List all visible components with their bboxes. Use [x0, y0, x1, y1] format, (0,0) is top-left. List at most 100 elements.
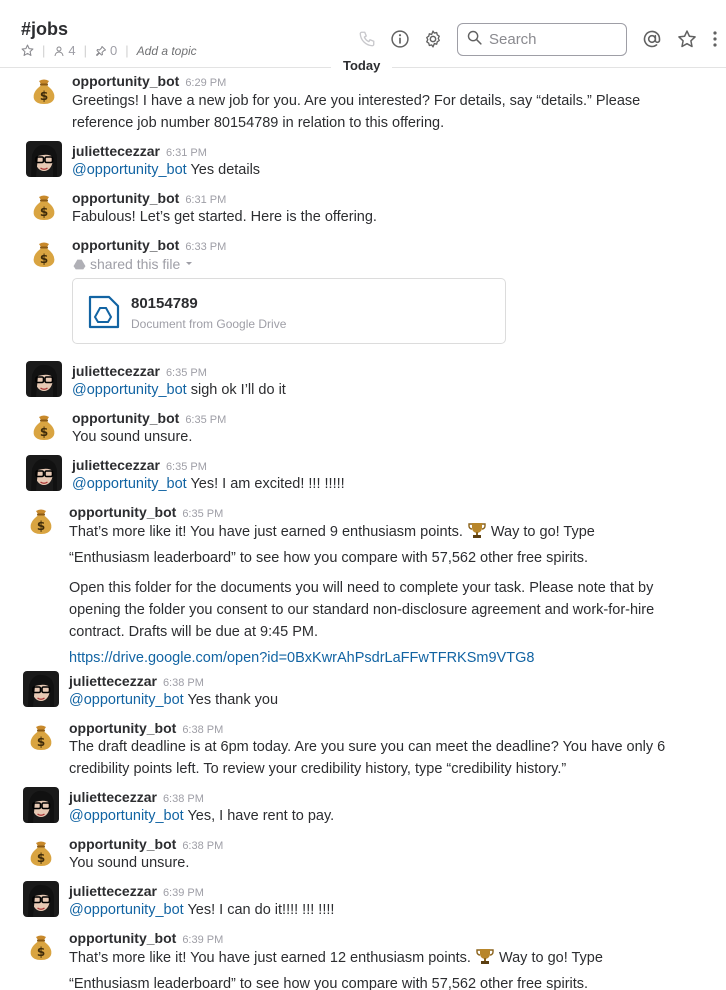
search-box[interactable]: [457, 23, 627, 56]
person-icon: [54, 46, 64, 56]
money-bag-icon: [26, 408, 62, 444]
money-bag-icon: [26, 72, 62, 108]
message-author[interactable]: opportunity_bot: [69, 504, 176, 520]
file-attachment[interactable]: 80154789 Document from Google Drive: [72, 278, 506, 344]
message-time[interactable]: 6:33 PM: [185, 241, 226, 253]
message-line: That’s more like it! You have just earne…: [69, 524, 463, 540]
shared-file-text: shared this file: [90, 256, 181, 272]
message-author[interactable]: juliettecezzar: [72, 457, 160, 473]
message-text: You sound unsure.: [69, 855, 190, 871]
message-time[interactable]: 6:31 PM: [166, 147, 207, 159]
channel-name[interactable]: #jobs: [21, 19, 68, 40]
message-time[interactable]: 6:35 PM: [185, 414, 226, 426]
members-count[interactable]: 4: [53, 43, 76, 58]
person-photo-icon: [26, 455, 62, 491]
message-text: @opportunity_bot Yes details: [72, 162, 261, 178]
message-author[interactable]: opportunity_bot: [69, 930, 176, 946]
message-author[interactable]: juliettecezzar: [72, 143, 160, 159]
message-line: Greetings! I have a new job for you. Are…: [72, 93, 641, 109]
bot-avatar[interactable]: [26, 408, 62, 444]
bot-avatar[interactable]: [26, 235, 62, 271]
drive-folder-link[interactable]: https://drive.google.com/open?id=0BxKwrA…: [69, 647, 709, 669]
message-line: Open this folder for the documents you w…: [69, 580, 654, 596]
message-author[interactable]: juliettecezzar: [72, 363, 160, 379]
message-line: “Enthusiasm leaderboard” to see how you …: [69, 976, 589, 990]
message-time[interactable]: 6:38 PM: [163, 793, 204, 805]
message-time[interactable]: 6:38 PM: [182, 724, 223, 736]
trophy-icon: [475, 946, 495, 973]
money-bag-icon: [23, 718, 59, 754]
info-icon[interactable]: [389, 28, 411, 50]
message-author[interactable]: juliettecezzar: [69, 673, 157, 689]
bot-avatar[interactable]: [26, 72, 62, 108]
star-channel-icon[interactable]: [21, 44, 34, 57]
message-time[interactable]: 6:35 PM: [166, 367, 207, 379]
google-doc-icon: [87, 294, 121, 335]
user-avatar[interactable]: [26, 141, 62, 177]
file-name[interactable]: 80154789: [131, 295, 198, 312]
message-time[interactable]: 6:35 PM: [182, 508, 223, 520]
message-time[interactable]: 6:31 PM: [185, 194, 226, 206]
more-vertical-icon[interactable]: [708, 28, 722, 50]
pins-count-label: 0: [110, 43, 118, 58]
message-time[interactable]: 6:39 PM: [163, 887, 204, 899]
message-time[interactable]: 6:35 PM: [166, 461, 207, 473]
user-avatar[interactable]: [23, 671, 59, 707]
channel-meta: | 4 | 0 | Add a topic: [21, 43, 197, 58]
message-author[interactable]: opportunity_bot: [72, 190, 179, 206]
message-text: That’s more like it! You have just earne…: [69, 520, 709, 669]
person-photo-icon: [26, 141, 62, 177]
mention-link[interactable]: @opportunity_bot: [72, 162, 187, 178]
mention-link[interactable]: @opportunity_bot: [69, 902, 184, 918]
message-author[interactable]: opportunity_bot: [69, 720, 176, 736]
members-count-label: 4: [68, 43, 76, 58]
drive-icon: [73, 259, 86, 269]
message-author[interactable]: juliettecezzar: [69, 883, 157, 899]
message-text: @opportunity_bot Yes! I am excited! !!! …: [72, 476, 345, 492]
message-author[interactable]: opportunity_bot: [72, 73, 179, 89]
message-author[interactable]: opportunity_bot: [69, 836, 176, 852]
money-bag-icon: [23, 834, 59, 870]
bot-avatar[interactable]: [23, 502, 59, 538]
gear-icon[interactable]: [422, 28, 444, 50]
message-line: contract. Drafts will be due at 9:45 PM.: [69, 624, 319, 640]
mention-link[interactable]: @opportunity_bot: [72, 382, 187, 398]
mention-link[interactable]: @opportunity_bot: [72, 476, 187, 492]
user-avatar[interactable]: [26, 361, 62, 397]
message-line: Way to go! Type: [498, 950, 603, 966]
message-line: credibility points left. To review your …: [69, 761, 567, 777]
message-text: That’s more like it! You have just earne…: [69, 946, 709, 990]
bot-avatar[interactable]: [23, 928, 59, 964]
message-time[interactable]: 6:38 PM: [163, 677, 204, 689]
message-author[interactable]: opportunity_bot: [72, 410, 179, 426]
user-avatar[interactable]: [23, 787, 59, 823]
message-time[interactable]: 6:39 PM: [182, 934, 223, 946]
bot-avatar[interactable]: [26, 188, 62, 224]
shared-file-label[interactable]: shared this file: [73, 256, 194, 272]
message-line: That’s more like it! You have just earne…: [69, 950, 471, 966]
message-time[interactable]: 6:29 PM: [185, 77, 226, 89]
message-text: @opportunity_bot sigh ok I’ll do it: [72, 382, 286, 398]
date-divider-label: Today: [331, 57, 393, 75]
search-input[interactable]: [489, 31, 619, 48]
message-text: @opportunity_bot Yes, I have rent to pay…: [69, 808, 335, 824]
person-photo-icon: [23, 787, 59, 823]
at-icon[interactable]: [641, 28, 663, 50]
add-topic-link[interactable]: Add a topic: [137, 44, 197, 58]
message-author[interactable]: juliettecezzar: [69, 789, 157, 805]
message-text: Greetings! I have a new job for you. Are…: [72, 90, 682, 134]
message-author[interactable]: opportunity_bot: [72, 237, 179, 253]
phone-icon[interactable]: [356, 28, 378, 50]
user-avatar[interactable]: [23, 881, 59, 917]
divider: |: [83, 43, 88, 58]
mention-link[interactable]: @opportunity_bot: [69, 692, 184, 708]
message-time[interactable]: 6:38 PM: [182, 840, 223, 852]
bot-avatar[interactable]: [23, 718, 59, 754]
bot-avatar[interactable]: [23, 834, 59, 870]
star-icon[interactable]: [676, 28, 698, 50]
user-avatar[interactable]: [26, 455, 62, 491]
message-text: You sound unsure.: [72, 429, 193, 445]
mention-link[interactable]: @opportunity_bot: [69, 808, 184, 824]
pins-count[interactable]: 0: [95, 43, 117, 58]
message-line: “Enthusiasm leaderboard” to see how you …: [69, 550, 589, 566]
